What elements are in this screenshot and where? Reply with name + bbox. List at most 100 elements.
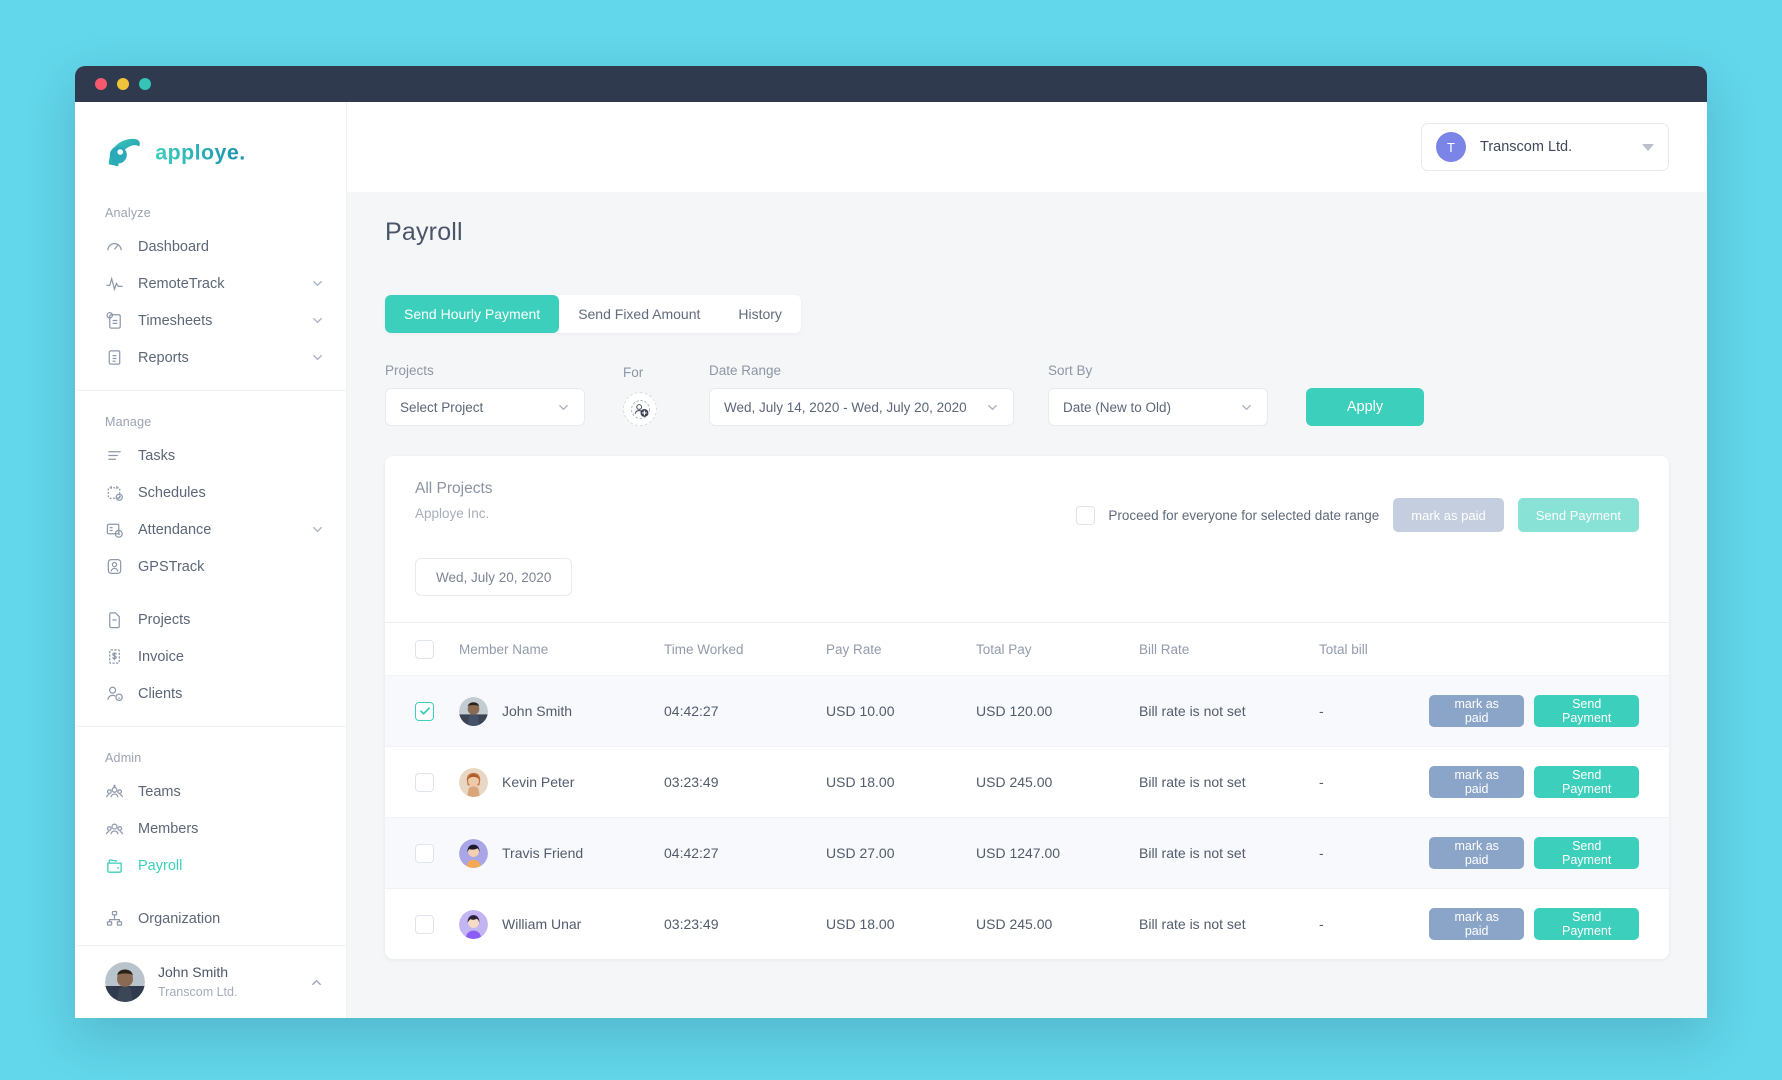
- card-header-left: All Projects Apploye Inc.: [415, 480, 1076, 521]
- sidebar-item-organization[interactable]: Organization: [75, 900, 346, 937]
- profile-name: John Smith: [158, 964, 229, 981]
- send-payment-button[interactable]: Send Payment: [1534, 766, 1639, 798]
- file-minus-icon: [105, 610, 124, 629]
- avatar: [105, 962, 145, 1002]
- avatar: [459, 767, 488, 797]
- maximize-window-button[interactable]: [139, 78, 151, 90]
- sidebar-item-clients[interactable]: Clients: [75, 675, 346, 712]
- sidebar-item-invoice[interactable]: Invoice: [75, 638, 346, 675]
- row-actions: mark as paid Send Payment: [1429, 908, 1639, 940]
- chevron-down-icon[interactable]: [311, 351, 324, 364]
- filter-label-projects: Projects: [385, 363, 434, 378]
- minimize-window-button[interactable]: [117, 78, 129, 90]
- sidebar-item-members[interactable]: Members: [75, 810, 346, 847]
- sidebar-item-label: Dashboard: [138, 238, 209, 255]
- sidebar-item-reports[interactable]: Reports: [75, 339, 346, 376]
- table-row[interactable]: Kevin Peter 03:23:49 USD 18.00 USD 245.0…: [385, 746, 1669, 817]
- app-logo[interactable]: apploye.: [75, 102, 346, 194]
- add-member-icon: [630, 399, 651, 420]
- bill-rate-value: Bill rate is not set: [1139, 845, 1246, 861]
- sidebar-user-profile[interactable]: John Smith Transcom Ltd.: [75, 945, 346, 1018]
- sidebar-item-dashboard[interactable]: Dashboard: [75, 228, 346, 265]
- chevron-down-icon[interactable]: [311, 523, 324, 536]
- sidebar-nav: Analyze Dashboard RemoteTrack Timesheets…: [75, 194, 346, 945]
- total-pay-value: USD 120.00: [976, 703, 1053, 719]
- proceed-for-everyone[interactable]: Proceed for everyone for selected date r…: [1076, 505, 1380, 525]
- filter-date-range: Date Range Wed, July 14, 2020 - Wed, Jul…: [709, 363, 1014, 426]
- member-name: Travis Friend: [502, 845, 584, 861]
- send-payment-button[interactable]: Send Payment: [1534, 908, 1639, 940]
- row-checkbox[interactable]: [415, 701, 434, 721]
- select-all-checkbox[interactable]: [415, 639, 434, 659]
- sidebar-item-timesheets[interactable]: Timesheets: [75, 302, 346, 339]
- bulk-send-payment-button[interactable]: Send Payment: [1517, 498, 1639, 532]
- sidebar-item-gpstrack[interactable]: GPSTrack: [75, 548, 346, 585]
- calendar-check-icon: [105, 483, 124, 502]
- table-row[interactable]: John Smith 04:42:27 USD 10.00 USD 120.00…: [385, 675, 1669, 746]
- sidebar-item-payroll[interactable]: Payroll: [75, 847, 346, 884]
- project-select[interactable]: Select Project: [385, 388, 585, 426]
- column-header-total-pay: Total Pay: [976, 641, 1032, 657]
- mark-as-paid-button[interactable]: mark as paid: [1429, 766, 1525, 798]
- send-payment-button[interactable]: Send Payment: [1534, 837, 1639, 869]
- filter-for: For: [623, 365, 679, 426]
- payroll-card: All Projects Apploye Inc. Proceed for ev…: [385, 456, 1669, 959]
- avatar: [459, 838, 488, 868]
- tab-send-fixed-amount[interactable]: Send Fixed Amount: [559, 295, 719, 333]
- page-title: Payroll: [385, 218, 463, 246]
- tab-send-hourly-payment[interactable]: Send Hourly Payment: [385, 295, 560, 333]
- send-payment-button[interactable]: Send Payment: [1534, 695, 1639, 727]
- add-member-button[interactable]: [623, 392, 657, 426]
- date-range-select[interactable]: Wed, July 14, 2020 - Wed, July 20, 2020: [709, 388, 1014, 426]
- select-all-cell: [415, 639, 459, 659]
- sidebar-item-projects[interactable]: Projects: [75, 601, 346, 638]
- app-window: apploye. Analyze Dashboard RemoteTrack T…: [75, 66, 1707, 1018]
- row-select-cell: [415, 701, 459, 721]
- payroll-table: Member Name Time Worked Pay Rate Total P…: [385, 622, 1669, 959]
- close-window-button[interactable]: [95, 78, 107, 90]
- bill-rate-value: Bill rate is not set: [1139, 774, 1246, 790]
- sidebar-item-remotetrack[interactable]: RemoteTrack: [75, 265, 346, 302]
- sidebar-item-tasks[interactable]: Tasks: [75, 437, 346, 474]
- organization-avatar: T: [1436, 132, 1466, 162]
- table-row[interactable]: William Unar 03:23:49 USD 18.00 USD 245.…: [385, 888, 1669, 959]
- pulse-icon: [105, 274, 124, 293]
- attendance-icon: [105, 520, 124, 539]
- map-pin-user-icon: [105, 557, 124, 576]
- sidebar-item-schedules[interactable]: Schedules: [75, 474, 346, 511]
- sidebar-item-label: Timesheets: [138, 312, 213, 329]
- member-cell: Travis Friend: [459, 838, 664, 868]
- members-icon: [105, 819, 124, 838]
- apply-button[interactable]: Apply: [1306, 388, 1424, 426]
- sidebar-item-teams[interactable]: Teams: [75, 773, 346, 810]
- chevron-down-icon[interactable]: [311, 314, 324, 327]
- row-checkbox[interactable]: [415, 914, 434, 934]
- organization-selector[interactable]: T Transcom Ltd.: [1421, 123, 1669, 171]
- sidebar: apploye. Analyze Dashboard RemoteTrack T…: [75, 102, 347, 1018]
- row-select-cell: [415, 772, 459, 792]
- list-icon: [105, 446, 124, 465]
- chevron-down-icon[interactable]: [311, 277, 324, 290]
- chevron-up-icon[interactable]: [309, 975, 324, 990]
- mark-as-paid-button[interactable]: mark as paid: [1429, 908, 1525, 940]
- mark-as-paid-button[interactable]: mark as paid: [1429, 837, 1525, 869]
- table-row[interactable]: Travis Friend 04:42:27 USD 27.00 USD 124…: [385, 817, 1669, 888]
- sort-by-select[interactable]: Date (New to Old): [1048, 388, 1268, 426]
- card-subtitle: Apploye Inc.: [415, 506, 490, 521]
- row-checkbox[interactable]: [415, 843, 434, 863]
- tab-history[interactable]: History: [719, 295, 801, 333]
- proceed-label: Proceed for everyone for selected date r…: [1108, 507, 1380, 523]
- pay-rate-value: USD 27.00: [826, 845, 895, 861]
- row-checkbox[interactable]: [415, 772, 434, 792]
- pay-rate-value: USD 18.00: [826, 774, 895, 790]
- column-header-pay-rate: Pay Rate: [826, 641, 882, 657]
- sidebar-item-attendance[interactable]: Attendance: [75, 511, 346, 548]
- proceed-checkbox[interactable]: [1076, 505, 1096, 525]
- timesheet-icon: [105, 311, 124, 330]
- bulk-mark-as-paid-button[interactable]: mark as paid: [1393, 498, 1504, 532]
- nav-group-label-manage: Manage: [105, 415, 152, 429]
- date-chip[interactable]: Wed, July 20, 2020: [415, 558, 573, 596]
- mark-as-paid-button[interactable]: mark as paid: [1429, 695, 1525, 727]
- chevron-down-icon[interactable]: [1642, 143, 1654, 151]
